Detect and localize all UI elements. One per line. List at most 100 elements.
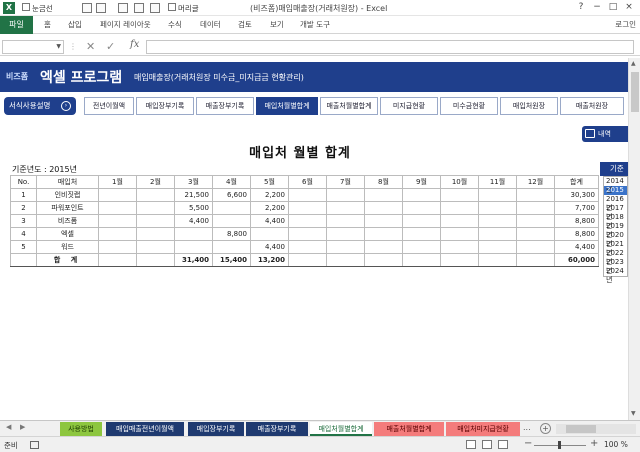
amount-cell[interactable] [364, 240, 403, 254]
amount-cell[interactable] [516, 227, 555, 241]
name-box[interactable]: ▼ [2, 40, 64, 54]
amount-cell[interactable] [364, 227, 403, 241]
hscroll-thumb[interactable] [566, 425, 596, 433]
scroll-down-icon[interactable]: ▼ [631, 410, 636, 417]
year-option[interactable]: 2022년 [604, 249, 627, 266]
sheet-tab[interactable]: 사용방법 [60, 422, 102, 436]
amount-cell[interactable] [478, 253, 517, 267]
year-option[interactable]: 2015년 [604, 186, 627, 203]
cancel-icon[interactable]: ✕ [86, 40, 95, 53]
amount-cell[interactable]: 4,400 [250, 240, 289, 254]
amount-cell[interactable]: 7,700 [554, 201, 599, 215]
tab-data[interactable]: 데이터 [200, 19, 221, 30]
supplier-cell[interactable]: 비즈폼 [36, 214, 99, 228]
year-option[interactable]: 2014년 [604, 177, 627, 194]
amount-cell[interactable] [136, 253, 175, 267]
chevron-down-icon[interactable]: ▼ [56, 43, 61, 50]
year-option[interactable]: 2019년 [604, 222, 627, 239]
amount-cell[interactable] [326, 253, 365, 267]
amount-cell[interactable] [516, 201, 555, 215]
amount-cell[interactable] [136, 214, 175, 228]
amount-cell[interactable] [288, 253, 327, 267]
close-button[interactable]: × [622, 1, 636, 14]
add-sheet-button[interactable]: + [540, 423, 551, 434]
formula-input[interactable] [146, 40, 634, 54]
row-number-cell[interactable]: 3 [10, 214, 37, 228]
tab-review[interactable]: 검토 [238, 19, 252, 30]
supplier-cell[interactable]: 엑셀 [36, 227, 99, 241]
amount-cell[interactable] [364, 214, 403, 228]
headings-checkbox[interactable] [168, 3, 176, 11]
zoom-in-button[interactable]: + [590, 438, 598, 449]
normal-view-icon[interactable] [466, 440, 476, 449]
amount-cell[interactable] [478, 201, 517, 215]
nav-tab-payables[interactable]: 미지급현황 [380, 97, 438, 115]
tab-scroll-right-icon[interactable]: ▶ [20, 423, 25, 431]
amount-cell[interactable] [98, 253, 137, 267]
redo-icon[interactable] [150, 3, 160, 13]
select-tool-icon[interactable] [82, 3, 92, 13]
file-tab[interactable]: 파일 [0, 16, 33, 34]
draw-tool-icon[interactable] [96, 3, 106, 13]
nav-tab-receivables[interactable]: 미수금현황 [440, 97, 498, 115]
amount-cell[interactable] [212, 201, 251, 215]
amount-cell[interactable] [326, 227, 365, 241]
sheet-tab[interactable]: 매입매출전년이월액 [106, 422, 184, 436]
amount-cell[interactable] [478, 227, 517, 241]
horizontal-scrollbar[interactable] [556, 424, 636, 434]
minimize-button[interactable]: − [590, 1, 604, 14]
amount-cell[interactable]: 15,400 [212, 253, 251, 267]
amount-cell[interactable] [326, 214, 365, 228]
amount-cell[interactable]: 5,500 [174, 201, 213, 215]
amount-cell[interactable] [98, 188, 137, 202]
supplier-cell[interactable]: 워드 [36, 240, 99, 254]
year-option[interactable]: 2018년 [604, 213, 627, 230]
sheet-tab[interactable]: 매입처월별합계 [310, 422, 372, 436]
amount-cell[interactable] [440, 201, 479, 215]
macro-record-icon[interactable] [30, 441, 39, 449]
amount-cell[interactable]: 4,400 [174, 214, 213, 228]
sheet-tab[interactable]: 매입처미지급현황 [446, 422, 520, 436]
amount-cell[interactable]: 60,000 [554, 253, 599, 267]
amount-cell[interactable]: 4,400 [250, 214, 289, 228]
amount-cell[interactable] [98, 201, 137, 215]
year-listbox[interactable]: 2014년2015년2016년2017년2018년2019년2020년2021년… [603, 176, 628, 284]
amount-cell[interactable] [440, 253, 479, 267]
amount-cell[interactable]: 30,300 [554, 188, 599, 202]
detail-button[interactable]: 내역 [582, 126, 628, 142]
amount-cell[interactable] [98, 227, 137, 241]
amount-cell[interactable] [174, 227, 213, 241]
amount-cell[interactable] [516, 214, 555, 228]
amount-cell[interactable] [440, 227, 479, 241]
amount-cell[interactable] [136, 240, 175, 254]
sheet-tab[interactable]: 매출처월별합계 [374, 422, 444, 436]
nav-tab-customer-monthly[interactable]: 매출처월별합계 [320, 97, 378, 115]
amount-cell[interactable] [516, 188, 555, 202]
amount-cell[interactable] [516, 240, 555, 254]
amount-cell[interactable] [364, 201, 403, 215]
sign-in-link[interactable]: 로그인 [615, 19, 636, 30]
year-option[interactable]: 2020년 [604, 231, 627, 248]
vertical-scrollbar[interactable]: ▲ ▼ [628, 58, 640, 420]
amount-cell[interactable] [174, 240, 213, 254]
amount-cell[interactable] [440, 214, 479, 228]
manual-button[interactable]: 서식사용설명 › [4, 97, 76, 115]
zoom-level[interactable]: 100 % [604, 440, 628, 449]
amount-cell[interactable] [440, 188, 479, 202]
nav-tab-sales-ledger[interactable]: 매출장부기록 [196, 97, 254, 115]
supplier-cell[interactable]: 합 계 [36, 253, 99, 267]
amount-cell[interactable]: 6,600 [212, 188, 251, 202]
amount-cell[interactable]: 31,400 [174, 253, 213, 267]
tab-formulas[interactable]: 수식 [168, 19, 182, 30]
amount-cell[interactable] [288, 201, 327, 215]
amount-cell[interactable]: 13,200 [250, 253, 289, 267]
amount-cell[interactable]: 8,800 [554, 214, 599, 228]
page-layout-view-icon[interactable] [482, 440, 492, 449]
nav-tab-prior-balance[interactable]: 전년이월액 [84, 97, 134, 115]
zoom-slider-thumb[interactable] [558, 441, 561, 449]
amount-cell[interactable] [402, 201, 441, 215]
row-number-cell[interactable] [10, 253, 37, 267]
amount-cell[interactable] [402, 253, 441, 267]
tab-developer[interactable]: 개발 도구 [300, 19, 330, 30]
nav-tab-customer-ledger[interactable]: 매출처원장 [560, 97, 624, 115]
